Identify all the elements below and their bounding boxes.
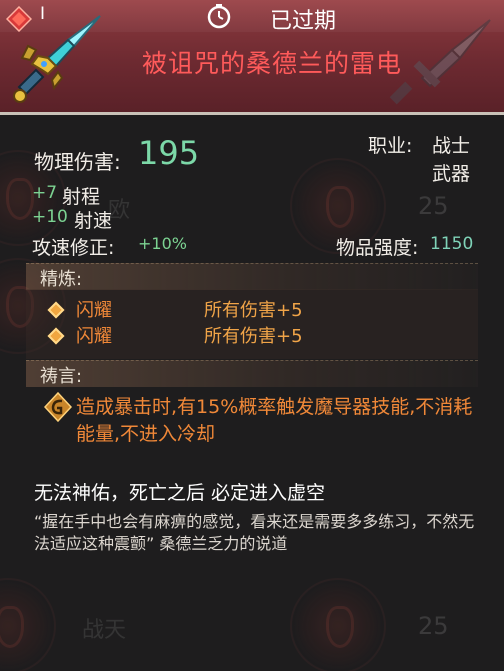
attack-speed-value: +10% (138, 234, 187, 253)
item-name: 被诅咒的桑德兰的雷电 (142, 49, 403, 78)
prayer-effect-text: 造成暴击时,有15%概率触发魔导器技能,不消耗能量,不进入冷却 (76, 396, 473, 445)
bg-watermark-text: 战天 (82, 618, 127, 643)
item-header: I 已过期 被诅咒的桑德兰的雷电 (0, 0, 504, 115)
item-tooltip-card: 欧 25 战天 25 I 已过期 被诅咒的桑德兰的雷电 物理伤害: 195 +7… (0, 0, 504, 671)
item-type-value: 武器 (432, 163, 471, 185)
curse-description: 无法神佑，死亡之后 必定进入虚空 (34, 482, 326, 504)
bg-watermark-number: 25 (418, 192, 449, 220)
affix-effect: 所有伤害+5 (204, 300, 303, 321)
refine-title: 精炼: (40, 269, 83, 290)
bg-emblem-icon (0, 578, 56, 671)
range-label: 射程 (62, 186, 101, 208)
class-value: 战士 (432, 135, 471, 157)
weapon-sword-icon (13, 15, 101, 103)
fire-rate-label: 射速 (74, 210, 113, 232)
item-power-label: 物品强度: (336, 237, 419, 259)
fire-rate-bonus-value: +10 (32, 207, 68, 227)
bg-emblem-icon (290, 578, 386, 671)
affix-name: 闪耀 (76, 326, 112, 347)
flavor-quote: “握在手中也会有麻痹的感觉，看来还是需要多多练习，不然无法适应这种震颤” 桑德兰… (34, 512, 475, 553)
expired-status-label: 已过期 (270, 9, 337, 34)
prayer-rune-icon (44, 392, 72, 422)
bg-watermark-number: 25 (418, 612, 449, 640)
prayer-section-header: 祷言: (26, 360, 478, 387)
affix-effect: 所有伤害+5 (204, 326, 303, 347)
prayer-title: 祷言: (40, 366, 83, 387)
physical-damage-label: 物理伤害: (34, 150, 121, 174)
physical-damage-value: 195 (138, 134, 200, 172)
range-bonus-value: +7 (32, 183, 58, 203)
class-label: 职业: (368, 135, 413, 157)
attack-speed-label: 攻速修正: (32, 237, 115, 259)
clock-icon (207, 4, 231, 29)
affix-name: 闪耀 (76, 300, 112, 321)
item-power-value: 1150 (430, 234, 474, 254)
refine-section-header: 精炼: (26, 263, 478, 290)
